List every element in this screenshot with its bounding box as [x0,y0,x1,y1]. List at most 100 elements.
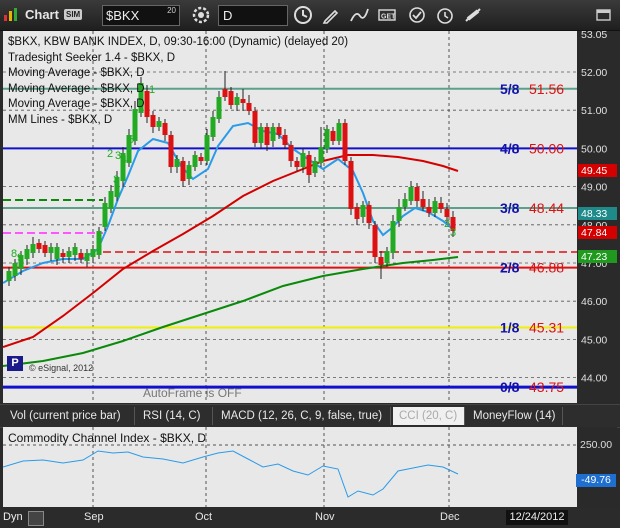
month-nov: Nov [315,511,335,523]
candle-up [90,249,96,257]
candle-down [168,135,174,167]
candle-down [282,135,288,145]
candle-down [288,145,294,161]
candle-up [72,247,78,255]
price-badge-label: 49.45 [581,165,607,177]
candle-up [96,231,102,255]
link-chain-icon[interactable] [462,4,484,26]
window-title: Chart [25,7,59,22]
candle-down [306,155,312,175]
candle-down [420,199,426,207]
indicator-tab-bar: Vol (current price bar) RSI (14, C) MACD… [0,404,620,428]
candle-up [12,263,18,276]
alert-clock-icon[interactable] [434,4,456,26]
candle-up [318,147,324,163]
candle-up [360,205,366,217]
legend-ma-1: Moving Average - $BKX, D [8,67,145,79]
symbol-value: $BKX [106,8,140,23]
candle-down [42,245,48,253]
candle-down [348,161,354,209]
candle-up [102,203,108,227]
copyright-label: © eSignal, 2012 [29,363,94,373]
price-chart[interactable]: 8935234123 5/8 51.56 4/8 50.00 3/8 48.44 2/8 46… [2,29,617,403]
legend-ma-2: Moving Average - $BKX, D [8,82,145,95]
candle-up [396,207,402,221]
mm-fraction-label: 3/8 [500,200,520,216]
candle-down [276,127,282,135]
mm-value-label: 45.31 [529,320,564,336]
tab-rsi[interactable]: RSI (14, C) [137,407,213,425]
candle-down [342,123,348,161]
symbol-list-icon[interactable]: GET [376,4,398,26]
mm-value-label: 46.88 [529,260,564,276]
draw-pencil-icon[interactable] [320,4,342,26]
seeker-count-digit: 9 [17,252,23,264]
price-tick-label: 46.00 [581,296,607,308]
candle-up [384,251,390,263]
window-controls-icon[interactable] [596,8,612,22]
candle-down [372,225,378,257]
symbol-input[interactable]: $BKX 20 [102,5,180,26]
month-oct: Oct [195,511,213,523]
mm-fraction-label: 0/8 [500,379,520,395]
p-badge[interactable]: P [7,356,23,371]
candle-down [414,187,420,201]
candle-up [174,159,180,167]
mm-value-label: 43.75 [529,379,564,395]
candle-down [366,205,372,223]
month-sep: Sep [84,511,104,523]
candle-down [198,157,204,161]
seeker-count-digit: 3 [113,174,119,186]
cci-tick-250: 250.00 [580,439,613,451]
tab-moneyflow[interactable]: MoneyFlow (14) [467,407,563,425]
interval-input[interactable]: D [218,5,288,26]
price-tick-label: 53.05 [581,31,607,41]
legend-title: $BKX, KBW BANK INDEX, D, 09:30-16:00 (Dy… [8,36,349,48]
trendline-icon[interactable] [348,4,370,26]
candle-down [438,203,444,209]
candle-down [294,161,300,167]
candle-up [6,271,12,281]
esignal-chart-window: Chart SIM $BKX 20 D GET 8 9 3 5 2 3 4 1 … [0,0,620,528]
candle-up [408,187,414,201]
candle-down [426,207,432,213]
candle-up [258,127,264,143]
cci-pane[interactable]: Commodity Channel Index - $BKX, D 250.00… [2,427,617,507]
month-dec: Dec [440,511,460,523]
price-tick-label: 45.00 [581,334,607,346]
candle-up [54,247,60,259]
mm-fraction-label: 5/8 [500,81,520,97]
mm-fraction-label: 1/8 [500,320,520,336]
interval-value: D [223,8,233,23]
dyn-toggle-icon[interactable] [28,511,44,526]
candle-down [180,161,186,181]
candle-up [270,127,276,141]
candle-down [378,257,384,265]
legend-mm-lines: MM Lines - $BKX, D [8,113,113,126]
candle-down [354,207,360,219]
chart-legend: $BKX, KBW BANK INDEX, D, 09:30-16:00 (Dy… [8,35,348,128]
link-settings-icon[interactable] [190,4,212,26]
tab-cci[interactable]: CCI (20, C) [393,407,465,425]
candle-up [324,129,330,149]
dyn-button[interactable]: Dyn [3,511,23,523]
tab-macd[interactable]: MACD (12, 26, C, 9, false, true) [215,407,391,425]
current-date-label: 12/24/2012 [506,510,568,525]
seeker-count-digit: 3 [450,227,456,239]
candle-up [108,191,114,209]
candle-up [402,199,408,207]
candle-down [78,253,84,259]
autoframe-status: AutoFrame is OFF [143,386,242,400]
price-tick-label: 51.00 [581,105,607,117]
candle-up [186,165,192,179]
candle-up [48,247,54,253]
candle-down [444,209,450,217]
indicator-add-icon[interactable] [406,4,428,26]
tab-vol[interactable]: Vol (current price bar) [4,407,135,425]
price-tick-label: 44.00 [581,373,607,385]
price-badge-label: 47.84 [581,227,607,239]
clock-icon[interactable] [292,4,314,26]
legend-seeker: Tradesight Seeker 1.4 - $BKX, D [8,51,176,64]
sim-badge: SIM [64,9,83,20]
price-tick-label: 52.00 [581,67,607,79]
